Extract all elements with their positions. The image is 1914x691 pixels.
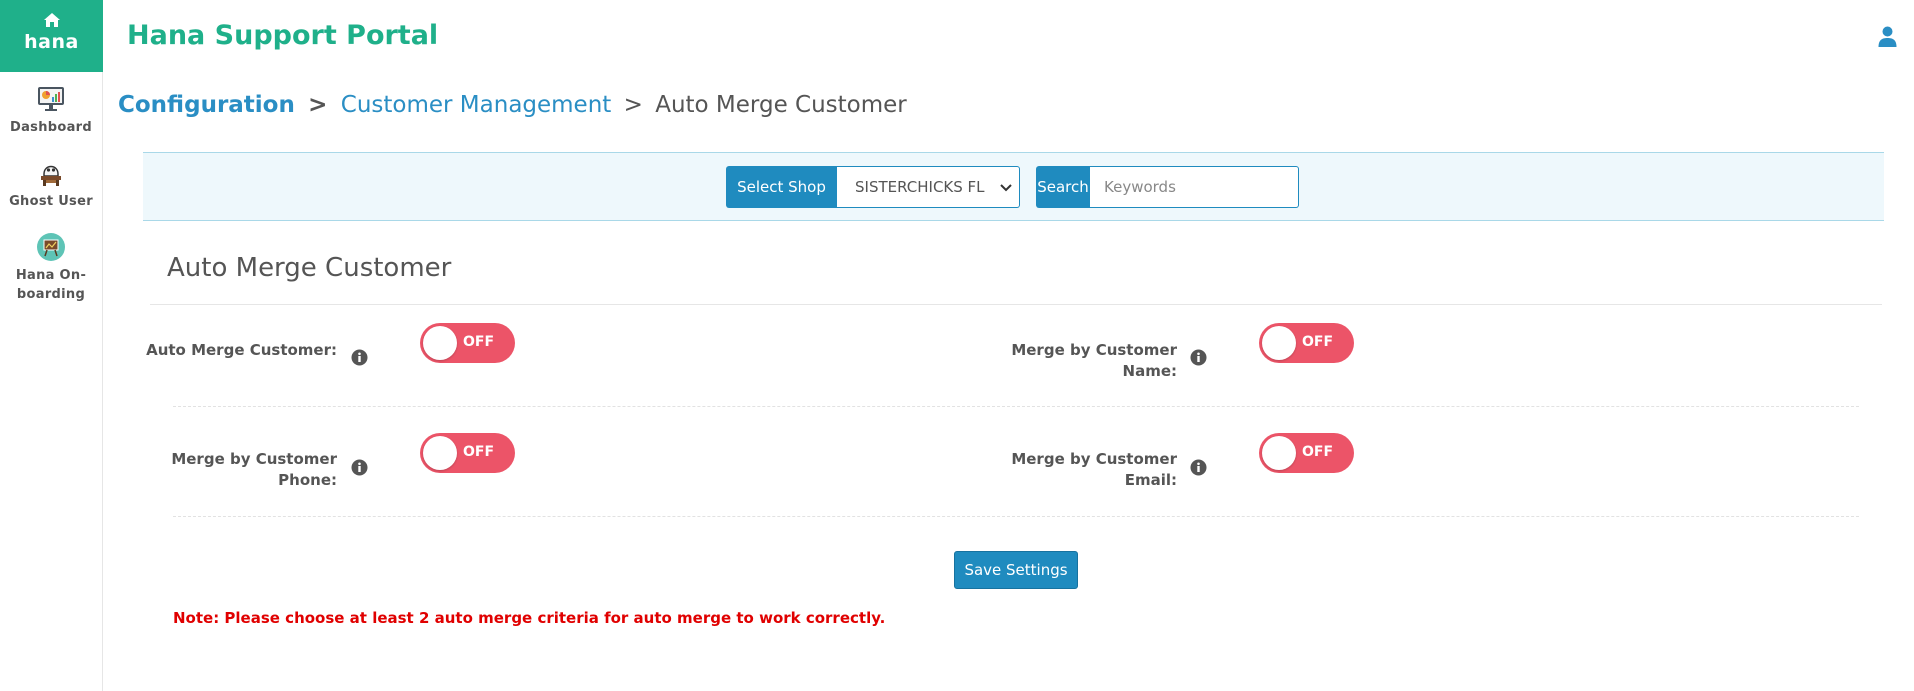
row-divider <box>173 516 1859 517</box>
brand-home-link[interactable]: hana <box>0 0 103 72</box>
sidebar-item-hana-onboarding[interactable]: Hana On-boarding <box>0 220 102 302</box>
sidebar-item-label: Hana On-boarding <box>15 268 87 302</box>
dashboard-monitor-icon <box>38 87 64 111</box>
shop-select-group: Select Shop SISTERCHICKS FL <box>726 166 1020 208</box>
auto-merge-customer-toggle[interactable]: OFF <box>420 323 515 363</box>
brand-name: hana <box>24 31 79 53</box>
breadcrumb-separator: > <box>308 92 328 118</box>
merge-by-customer-phone-label: Merge by Customer Phone: <box>171 450 337 489</box>
search-label: Search <box>1036 166 1090 208</box>
section-divider <box>150 304 1882 305</box>
note-text: Note: Please choose at least 2 auto merg… <box>173 609 886 627</box>
toggle-knob <box>423 326 457 360</box>
ghost-user-icon <box>41 165 61 186</box>
toggle-state: OFF <box>463 444 495 460</box>
merge-by-customer-email-toggle[interactable]: OFF <box>1259 433 1354 473</box>
breadcrumb-current: Auto Merge Customer <box>655 92 907 118</box>
section-title: Auto Merge Customer <box>167 253 452 283</box>
toggle-state: OFF <box>463 334 495 350</box>
search-input[interactable] <box>1090 166 1299 208</box>
breadcrumb-customer-management-link[interactable]: Customer Management <box>341 92 612 118</box>
row-divider <box>173 406 1859 407</box>
toggle-state: OFF <box>1302 334 1334 350</box>
breadcrumb: Configuration > Customer Management > Au… <box>118 92 907 118</box>
merge-by-customer-name-toggle[interactable]: OFF <box>1259 323 1354 363</box>
auto-merge-customer-label: Auto Merge Customer: <box>146 341 337 359</box>
home-icon <box>43 13 60 27</box>
toggle-knob <box>1262 436 1296 470</box>
sidebar-item-ghost-user[interactable]: Ghost User <box>0 146 102 220</box>
info-icon[interactable] <box>351 349 368 366</box>
app-title: Hana Support Portal <box>127 20 439 51</box>
breadcrumb-configuration-link[interactable]: Configuration <box>118 92 295 118</box>
breadcrumb-separator: > <box>623 92 643 118</box>
merge-by-customer-email-label: Merge by Customer Email: <box>1011 450 1177 489</box>
info-icon[interactable] <box>1190 349 1207 366</box>
select-shop-label: Select Shop <box>726 166 837 208</box>
sidebar-item-label: Ghost User <box>9 194 93 209</box>
onboarding-board-icon <box>37 233 65 261</box>
save-settings-button[interactable]: Save Settings <box>954 551 1078 589</box>
shop-select-value: SISTERCHICKS FL <box>855 178 985 196</box>
toggle-knob <box>1262 326 1296 360</box>
chevron-down-icon <box>999 180 1013 194</box>
filter-bar: Select Shop SISTERCHICKS FL Search <box>143 152 1884 221</box>
toggle-state: OFF <box>1302 444 1334 460</box>
merge-by-customer-name-label: Merge by Customer Name: <box>1011 341 1177 380</box>
search-group: Search <box>1036 166 1299 208</box>
info-icon[interactable] <box>1190 459 1207 476</box>
sidebar-item-dashboard[interactable]: Dashboard <box>0 72 102 146</box>
merge-by-customer-phone-toggle[interactable]: OFF <box>420 433 515 473</box>
sidebar-item-label: Dashboard <box>10 120 92 135</box>
toggle-knob <box>423 436 457 470</box>
sidebar: hana Dashboard Ghost User Hana On-boardi… <box>0 0 103 691</box>
shop-select[interactable]: SISTERCHICKS FL <box>837 166 1020 208</box>
user-icon[interactable] <box>1878 26 1897 48</box>
info-icon[interactable] <box>351 459 368 476</box>
